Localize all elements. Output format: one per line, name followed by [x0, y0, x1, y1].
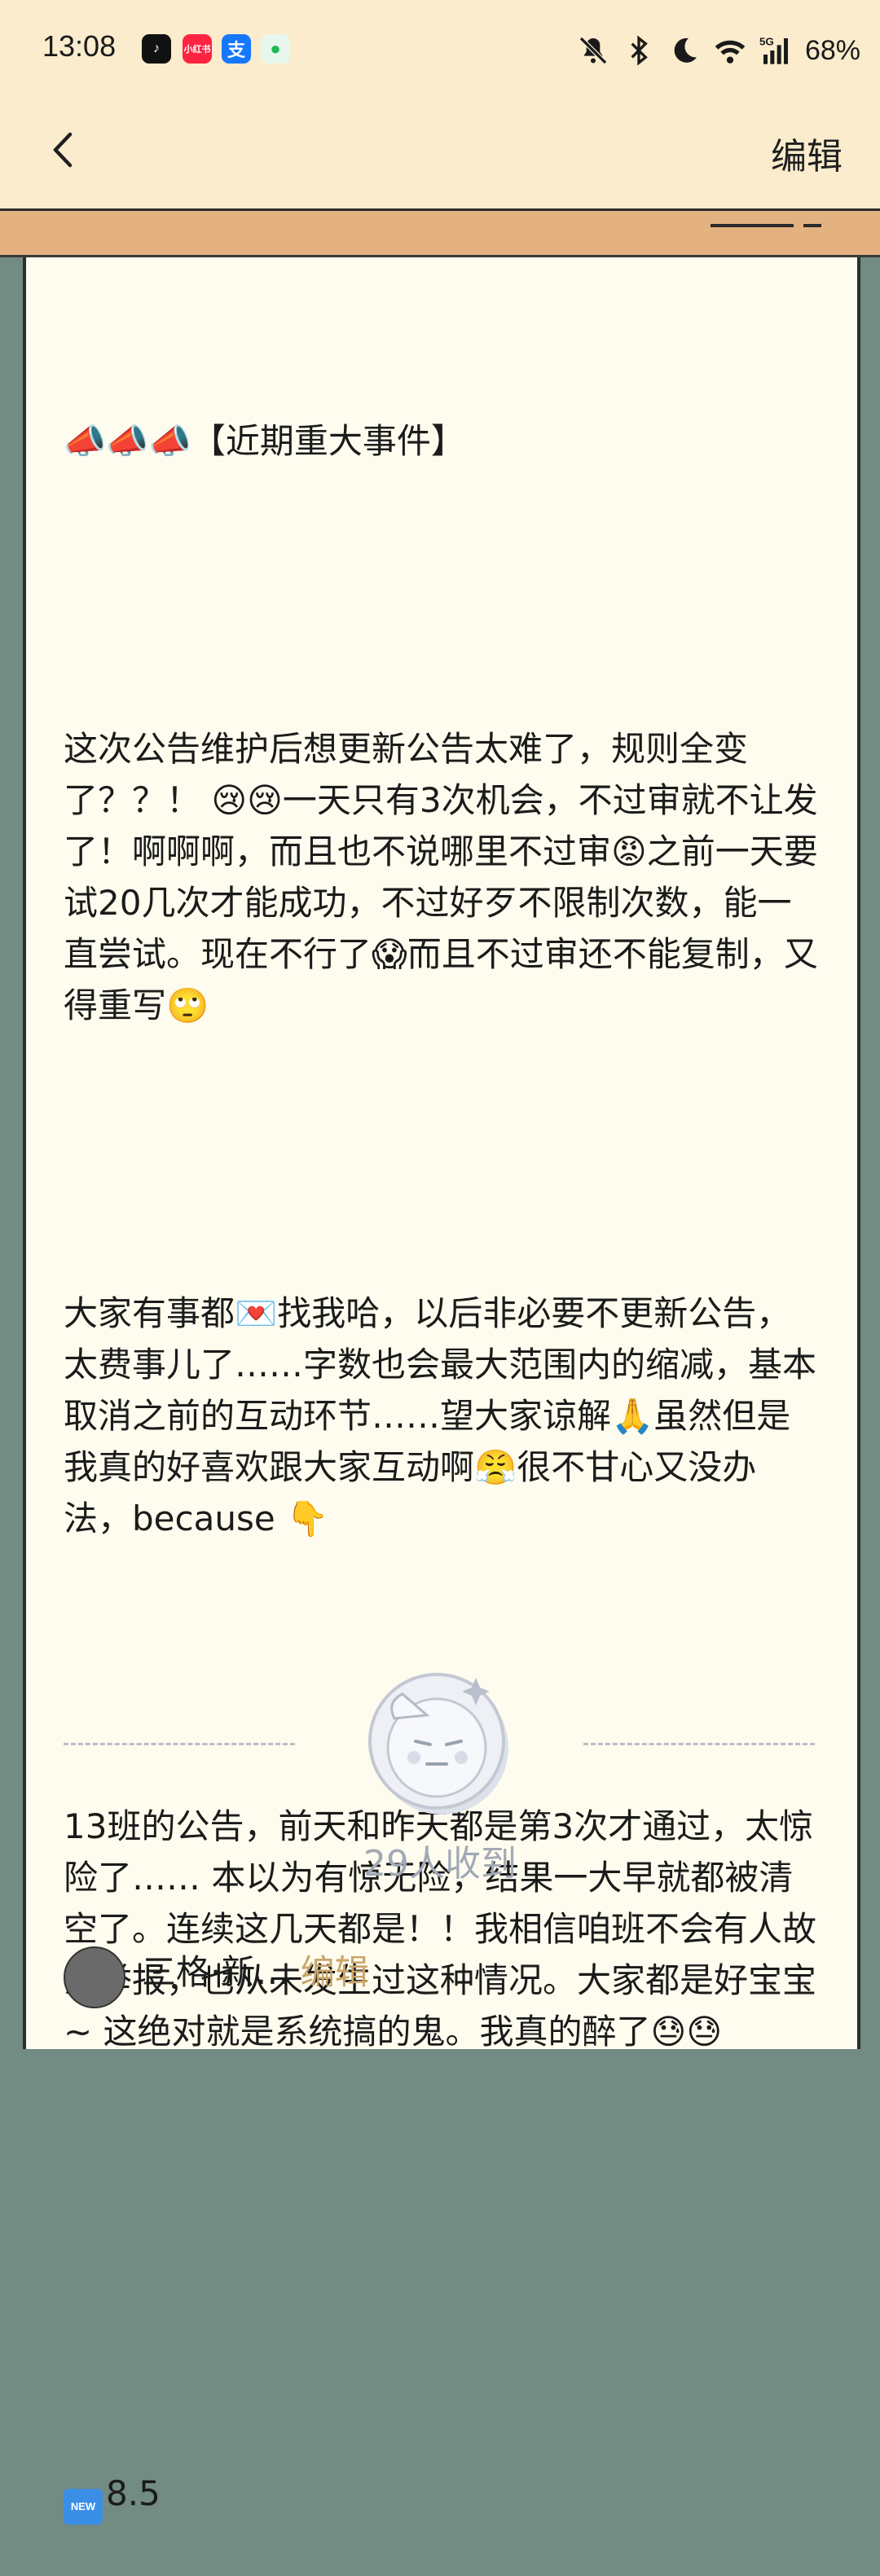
author-edit-link[interactable]: 编辑	[301, 1952, 369, 1992]
paragraph-rules-change: 这次公告维护后想更新公告太难了，规则全变了？？！ 😢😢一天只有3次机会，不过审就…	[64, 729, 818, 1025]
status-indicators: 5G 68%	[577, 28, 860, 73]
tape-dash	[711, 224, 794, 227]
wifi-icon	[715, 40, 746, 64]
back-button[interactable]	[33, 119, 95, 181]
new-badge-icon: NEW	[64, 2489, 103, 2525]
navigation-bar: 编辑	[0, 103, 880, 210]
edit-button[interactable]: 编辑	[771, 127, 843, 179]
salute-mascot-icon[interactable]	[362, 1666, 517, 1821]
dashed-divider-right	[583, 1743, 815, 1745]
status-time: 13:08	[42, 29, 117, 63]
received-count: 29人收到	[363, 1843, 517, 1885]
chevron-left-icon	[53, 132, 73, 168]
announcement-title: 📣📣📣【近期重大事件】	[64, 421, 465, 461]
dashed-divider-left	[64, 1743, 295, 1745]
xiaohongshu-icon: 小红书	[183, 34, 212, 64]
svg-text:5G: 5G	[759, 35, 774, 47]
version-number: 8.5	[106, 2473, 161, 2513]
tiktok-icon: ♪	[142, 34, 171, 64]
author-name: 三格·新…	[142, 1952, 290, 1992]
tape-dash	[803, 224, 821, 227]
author-line: 三格·新… 编辑	[142, 1945, 369, 1995]
bluetooth-icon	[631, 35, 648, 66]
paragraph-contact-me: 大家有事都💌找我哈，以后非必要不更新公告，太费事儿了……字数也会最大范围内的缩减…	[64, 1293, 817, 1538]
alipay-icon: 支	[222, 34, 251, 64]
mute-bell-icon	[579, 36, 607, 65]
announcement-content: 📣📣📣【近期重大事件】 这次公告维护后想更新公告太难了，规则全变了？？！ 😢😢一…	[64, 313, 821, 2576]
version-line: NEW 8.5	[64, 2468, 821, 2525]
status-bar: 13:08 ♪ 小红书 支 ● 5G 68%	[0, 0, 880, 103]
avatar[interactable]	[64, 1946, 125, 2008]
decorative-tape	[0, 211, 880, 257]
cellular-signal-icon: 5G	[759, 35, 788, 64]
moon-icon	[674, 37, 697, 63]
battery-level: 68%	[804, 34, 860, 66]
spotify-like-icon: ●	[261, 34, 290, 64]
